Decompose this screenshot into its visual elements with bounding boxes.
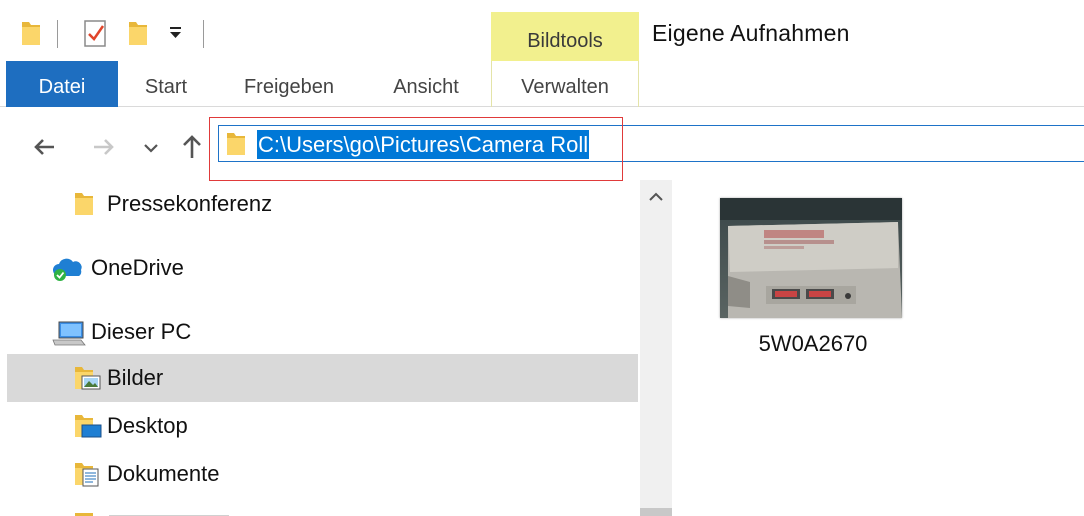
navigation-pane: Pressekonferenz OneDrive Dieser PC Bilde… <box>0 180 640 516</box>
tree-item-label: Dokumente <box>107 461 220 486</box>
tab-verwalten[interactable]: Verwalten <box>492 61 638 107</box>
new-folder-icon[interactable] <box>127 18 149 53</box>
tab-start[interactable]: Start <box>122 61 210 107</box>
desktop-folder-icon <box>73 412 103 445</box>
window-title: Eigene Aufnahmen <box>652 20 850 46</box>
file-thumbnail[interactable] <box>720 198 902 318</box>
forward-arrow-icon[interactable] <box>86 130 120 164</box>
documents-folder-icon <box>73 460 103 493</box>
context-group-label: Bildtools <box>527 30 603 52</box>
computer-icon <box>51 320 87 351</box>
pictures-folder-icon <box>73 364 103 397</box>
tree-item-pressekonferenz[interactable]: Pressekonferenz <box>7 180 638 228</box>
tree-item-onedrive[interactable]: OneDrive <box>7 244 638 292</box>
tree-item-dokumente[interactable]: Dokumente <box>7 450 638 498</box>
tab-freigeben[interactable]: Freigeben <box>226 61 352 107</box>
tree-item-label: Dieser PC <box>91 319 192 344</box>
tab-datei[interactable]: Datei <box>6 61 118 107</box>
file-name-label[interactable]: 5W0A2670 <box>700 331 926 357</box>
tree-item-label: Bilder <box>107 365 164 390</box>
bildtools-context-header: Bildtools <box>491 12 639 61</box>
quick-access-toolbar <box>0 0 490 62</box>
folder-icon <box>73 190 95 223</box>
tab-ansicht[interactable]: Ansicht <box>374 61 478 107</box>
onedrive-cloud-icon <box>51 256 85 287</box>
tree-item-partial[interactable] <box>73 506 233 516</box>
up-arrow-icon[interactable] <box>175 130 209 164</box>
tree-item-desktop[interactable]: Desktop <box>7 402 638 450</box>
tree-item-label: Desktop <box>107 413 188 438</box>
ribbon-tabs: Datei Start Freigeben Ansicht Verwalten <box>0 61 1084 107</box>
back-arrow-icon[interactable] <box>28 130 62 164</box>
tree-item-label: OneDrive <box>91 255 184 280</box>
context-tab-border <box>638 61 639 107</box>
toolbar-separator <box>57 20 58 48</box>
scrollbar-thumb[interactable] <box>640 508 672 516</box>
tree-item-bilder[interactable]: Bilder <box>7 354 638 402</box>
annotation-highlight-box <box>209 117 623 181</box>
recent-locations-chevron-icon[interactable] <box>136 130 170 164</box>
toolbar-separator <box>203 20 204 48</box>
tree-item-dieser-pc[interactable]: Dieser PC <box>7 308 638 356</box>
folder-icon[interactable] <box>20 18 42 53</box>
customize-dropdown-icon[interactable] <box>168 26 184 45</box>
properties-check-icon[interactable] <box>83 18 109 53</box>
tree-item-label: Pressekonferenz <box>107 191 273 216</box>
navigation-pane-scrollbar[interactable] <box>640 180 672 516</box>
scroll-up-icon[interactable] <box>640 180 672 214</box>
